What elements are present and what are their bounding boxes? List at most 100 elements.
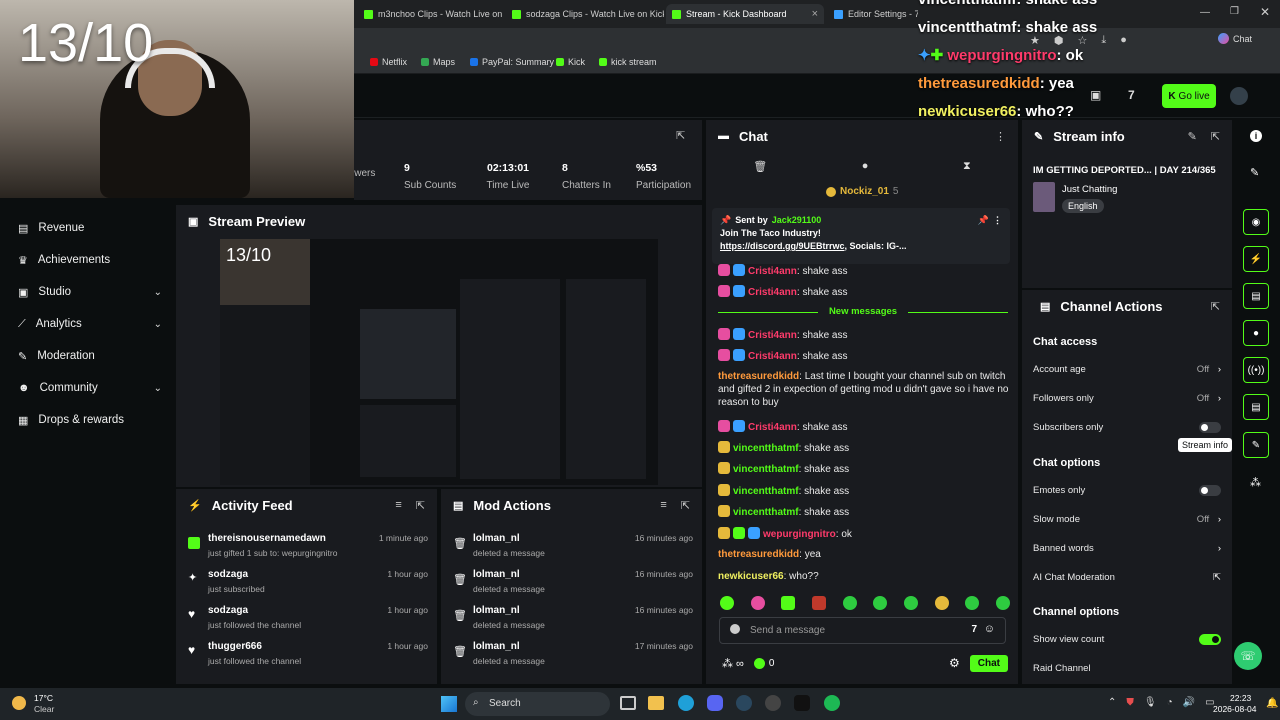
file-explorer-icon[interactable] <box>648 696 664 710</box>
sidebar-item-analytics[interactable]: ⟋ Analytics ⌄ <box>18 314 162 334</box>
emote-icon[interactable] <box>720 596 734 610</box>
rail-chat-button[interactable]: ● <box>1243 320 1269 346</box>
sidebar-item-studio[interactable]: ▣ Studio ⌄ <box>18 282 162 302</box>
more-options-icon[interactable]: ⋮ <box>993 214 1002 227</box>
banned-words-option[interactable]: Banned words › <box>1033 543 1221 557</box>
support-chat-button[interactable]: ☏ <box>1234 642 1262 670</box>
emotes-only-toggle[interactable] <box>1199 485 1221 496</box>
emote-icon[interactable] <box>873 596 888 610</box>
rail-notes-button[interactable]: ▤ <box>1243 283 1269 309</box>
sidebar-item-community[interactable]: ☻ Community ⌄ <box>18 378 162 398</box>
ai-chat-moderation-option[interactable]: AI Chat Moderation ⇱ <box>1033 572 1221 586</box>
filter-icon[interactable]: ≡ <box>660 499 666 512</box>
close-tab-icon[interactable]: × <box>812 8 818 20</box>
pinned-message[interactable]: 📌 Sent by Jack291100 📌 ⋮ Join The Taco I… <box>712 208 1010 264</box>
popout-icon[interactable]: ⇱ <box>416 499 425 512</box>
more-options-icon[interactable]: ⋮ <box>995 130 1006 143</box>
community-icon: ☻ <box>18 382 30 394</box>
popout-icon[interactable]: ⇱ <box>1211 130 1220 143</box>
shield-icon[interactable]: ⛊ <box>1126 697 1134 708</box>
kick-icon <box>599 58 607 66</box>
info-icon[interactable]: i <box>1250 130 1262 142</box>
show-view-count-toggle[interactable] <box>1199 634 1221 645</box>
send-chat-button[interactable]: Chat <box>969 654 1008 672</box>
browser-tab[interactable]: sodzaga Clips - Watch Live on Kick × <box>506 4 664 24</box>
rail-broadcast-button[interactable]: ((•)) <box>1243 357 1269 383</box>
subscribers-only-toggle[interactable] <box>1199 422 1221 433</box>
emote-icon[interactable] <box>750 596 765 610</box>
browser-tab[interactable]: m3nchoo Clips - Watch Live on Ki <box>354 4 504 24</box>
chat-button[interactable]: Chat <box>1218 33 1252 44</box>
7tv-emote-picker-icon[interactable]: 7 <box>971 624 977 635</box>
microphone-icon[interactable]: 🎙 <box>1144 697 1157 708</box>
window-maximize-icon[interactable]: ❐ <box>1230 6 1239 17</box>
emote-icon[interactable] <box>965 596 980 610</box>
chat-message: vincentthatmf: shake ass <box>718 484 1013 498</box>
sidebar-item-moderation[interactable]: ✎ Moderation <box>18 346 162 366</box>
obs-icon[interactable] <box>765 695 781 711</box>
emote-icon[interactable] <box>781 596 796 610</box>
popout-icon[interactable]: ⇱ <box>1211 300 1220 313</box>
points-icon[interactable]: ⁂ ∞ <box>722 657 744 670</box>
rail-stream-info-button[interactable]: ✎ <box>1243 432 1269 458</box>
browser-tab-active[interactable]: Stream - Kick Dashboard × <box>666 4 824 24</box>
unpin-icon[interactable]: 📌 <box>978 214 989 227</box>
task-view-icon[interactable] <box>620 696 636 710</box>
emote-icon[interactable] <box>842 596 857 610</box>
capcut-icon[interactable] <box>794 695 810 711</box>
rail-actions-button[interactable]: ▤ <box>1243 394 1269 420</box>
raid-channel-option[interactable]: Raid Channel <box>1033 663 1221 677</box>
window-close-icon[interactable]: ✕ <box>1260 5 1270 19</box>
edge-icon[interactable] <box>678 695 694 711</box>
weather-temp[interactable]: 17°C <box>34 693 53 703</box>
sidebar-item-revenue[interactable]: ▤ Revenue <box>18 218 162 238</box>
popout-icon[interactable]: ⇱ <box>681 499 690 512</box>
speaker-icon[interactable]: 🔊 <box>1183 697 1195 708</box>
community-icon[interactable]: ⁂ <box>1250 476 1261 489</box>
browser-tab[interactable]: Editor Settings - 7TV <box>828 4 918 24</box>
notifications-icon[interactable]: 🔔 <box>1266 698 1278 709</box>
clear-chat-icon[interactable]: 🗑 <box>753 160 767 176</box>
chat-message: Cristi4ann: shake ass <box>718 328 1013 342</box>
stream-preview-video[interactable]: 13/10 <box>220 239 658 485</box>
discord-icon[interactable] <box>707 695 723 711</box>
bookmark-maps[interactable]: Maps <box>421 57 455 67</box>
emote-icon[interactable] <box>934 596 949 610</box>
sidebar-item-achievements[interactable]: ♛ Achievements <box>18 250 162 270</box>
emoji-picker-icon[interactable]: ☺ <box>984 623 995 635</box>
emote-icon[interactable] <box>995 596 1010 610</box>
bookmark-paypal[interactable]: PayPal: Summary <box>470 57 554 67</box>
timer-icon[interactable]: ⧗ <box>963 160 971 176</box>
go-live-button[interactable]: K Go live <box>1162 84 1216 108</box>
chat-message-input[interactable]: Send a message 7 ☺ <box>719 617 1006 644</box>
filter-icon[interactable]: ≡ <box>395 499 401 512</box>
emote-icon[interactable] <box>903 596 918 610</box>
bookmark-kick-stream[interactable]: kick stream <box>599 57 657 67</box>
bookmark-kick[interactable]: Kick <box>556 57 585 67</box>
window-minimize-icon[interactable]: — <box>1200 7 1210 18</box>
emote-icon[interactable] <box>811 596 826 610</box>
popout-icon[interactable]: ⇱ <box>676 129 685 142</box>
rail-bolt-button[interactable]: ⚡ <box>1243 246 1269 272</box>
rail-camera-button[interactable]: ◉ <box>1243 209 1269 235</box>
bookmark-netflix[interactable]: Netflix <box>370 57 407 67</box>
slow-mode-option[interactable]: Slow mode Off › <box>1033 514 1221 528</box>
account-age-option[interactable]: Account age Off › <box>1033 364 1221 378</box>
taskbar-search[interactable]: ⌕ Search <box>465 692 610 716</box>
wifi-icon[interactable]: ◔ <box>1167 697 1173 708</box>
steam-icon[interactable] <box>736 695 752 711</box>
settings-gear-icon[interactable]: ⚙ <box>949 656 960 670</box>
edit-pencil-icon[interactable]: ✎ <box>1188 130 1197 143</box>
user-avatar[interactable] <box>1230 87 1248 105</box>
chat-settings-icon[interactable]: ● <box>862 160 869 176</box>
followers-only-option[interactable]: Followers only Off › <box>1033 393 1221 407</box>
pinned-link[interactable]: https://discord.gg/9UEBtrrwc <box>720 241 845 251</box>
chevron-up-icon[interactable]: ⌃ <box>1108 697 1116 708</box>
clock-time[interactable]: 22:23 <box>1230 693 1251 703</box>
pencil-icon[interactable]: ✎ <box>1250 166 1259 179</box>
spotify-icon[interactable] <box>824 695 840 711</box>
mod-actions-panel: ▤ Mod Actions ≡ ⇱ 🗑 lolman_nl deleted a m… <box>441 489 702 684</box>
start-button[interactable] <box>441 696 457 712</box>
overlay-chat-line: thetreasuredkidd: yea <box>918 75 1074 92</box>
sidebar-item-drops-rewards[interactable]: ▦ Drops & rewards <box>18 410 162 430</box>
